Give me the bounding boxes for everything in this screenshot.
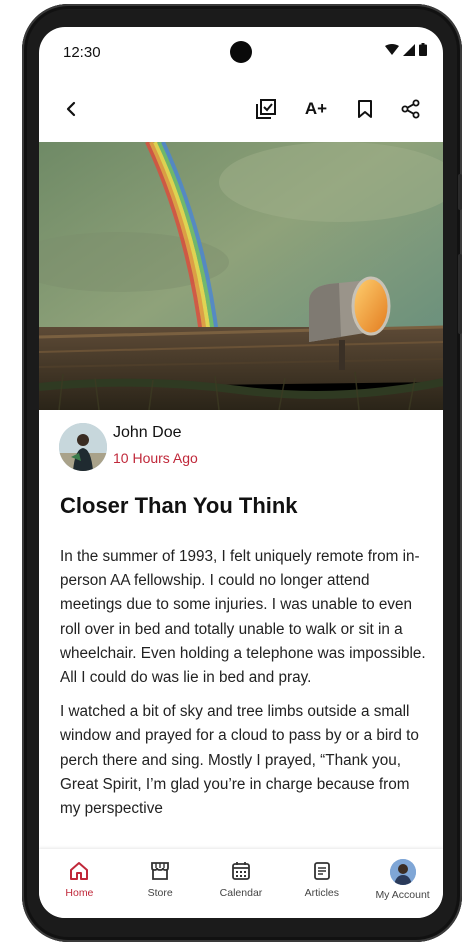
author-name[interactable]: John Doe xyxy=(113,424,182,442)
account-avatar xyxy=(389,859,416,885)
checklist-icon xyxy=(256,99,276,119)
rainbow-mailbox-image xyxy=(39,142,443,410)
status-time: 12:30 xyxy=(63,44,101,61)
person-photo-icon xyxy=(59,423,107,471)
nav-label: Home xyxy=(65,887,94,899)
chevron-left-icon xyxy=(66,101,76,117)
wifi-icon xyxy=(385,43,399,55)
home-icon xyxy=(67,859,91,883)
share-button[interactable] xyxy=(393,83,429,135)
text-size-button[interactable]: A+ xyxy=(296,83,336,135)
nav-label: Store xyxy=(147,887,173,899)
article-body: In the summer of 1993, I felt uniquely r… xyxy=(60,545,426,831)
nav-calendar[interactable]: Calendar xyxy=(201,849,282,918)
hero-image xyxy=(39,142,443,410)
nav-label: My Account xyxy=(375,889,430,901)
back-button[interactable] xyxy=(53,83,89,135)
calendar-icon xyxy=(229,859,253,883)
volume-button xyxy=(458,254,462,334)
article-paragraph: I watched a bit of sky and tree limbs ou… xyxy=(60,703,419,818)
store-icon xyxy=(148,859,172,883)
nav-my-account[interactable]: My Account xyxy=(362,849,443,918)
bottom-navigation: Home Store Calendar Articles My Account xyxy=(39,849,443,918)
nav-articles[interactable]: Articles xyxy=(281,849,362,918)
text-size-icon: A+ xyxy=(304,99,328,118)
bookmark-icon xyxy=(358,100,372,118)
front-camera xyxy=(230,41,252,63)
status-bar: 12:30 xyxy=(39,27,443,81)
nav-home[interactable]: Home xyxy=(39,849,120,918)
author-block[interactable]: John Doe 10 Hours Ago xyxy=(59,423,423,473)
article-title: Closer Than You Think xyxy=(60,493,298,518)
author-avatar[interactable] xyxy=(59,423,107,471)
app-screen: 12:30 A+ John Doe 10 Hours Ago Closer Th… xyxy=(39,27,443,918)
signal-icon xyxy=(403,43,415,56)
nav-label: Articles xyxy=(304,887,339,899)
power-button xyxy=(458,174,462,210)
article-paragraph: In the summer of 1993, I felt uniquely r… xyxy=(60,548,426,687)
nav-store[interactable]: Store xyxy=(120,849,201,918)
battery-icon xyxy=(419,43,427,56)
status-icons xyxy=(385,43,427,56)
article-toolbar: A+ xyxy=(39,83,443,135)
articles-icon xyxy=(310,859,334,883)
checklist-button[interactable] xyxy=(248,83,284,135)
nav-label: Calendar xyxy=(219,887,263,899)
bookmark-button[interactable] xyxy=(347,83,383,135)
share-icon xyxy=(401,99,420,119)
post-timestamp: 10 Hours Ago xyxy=(113,450,198,466)
